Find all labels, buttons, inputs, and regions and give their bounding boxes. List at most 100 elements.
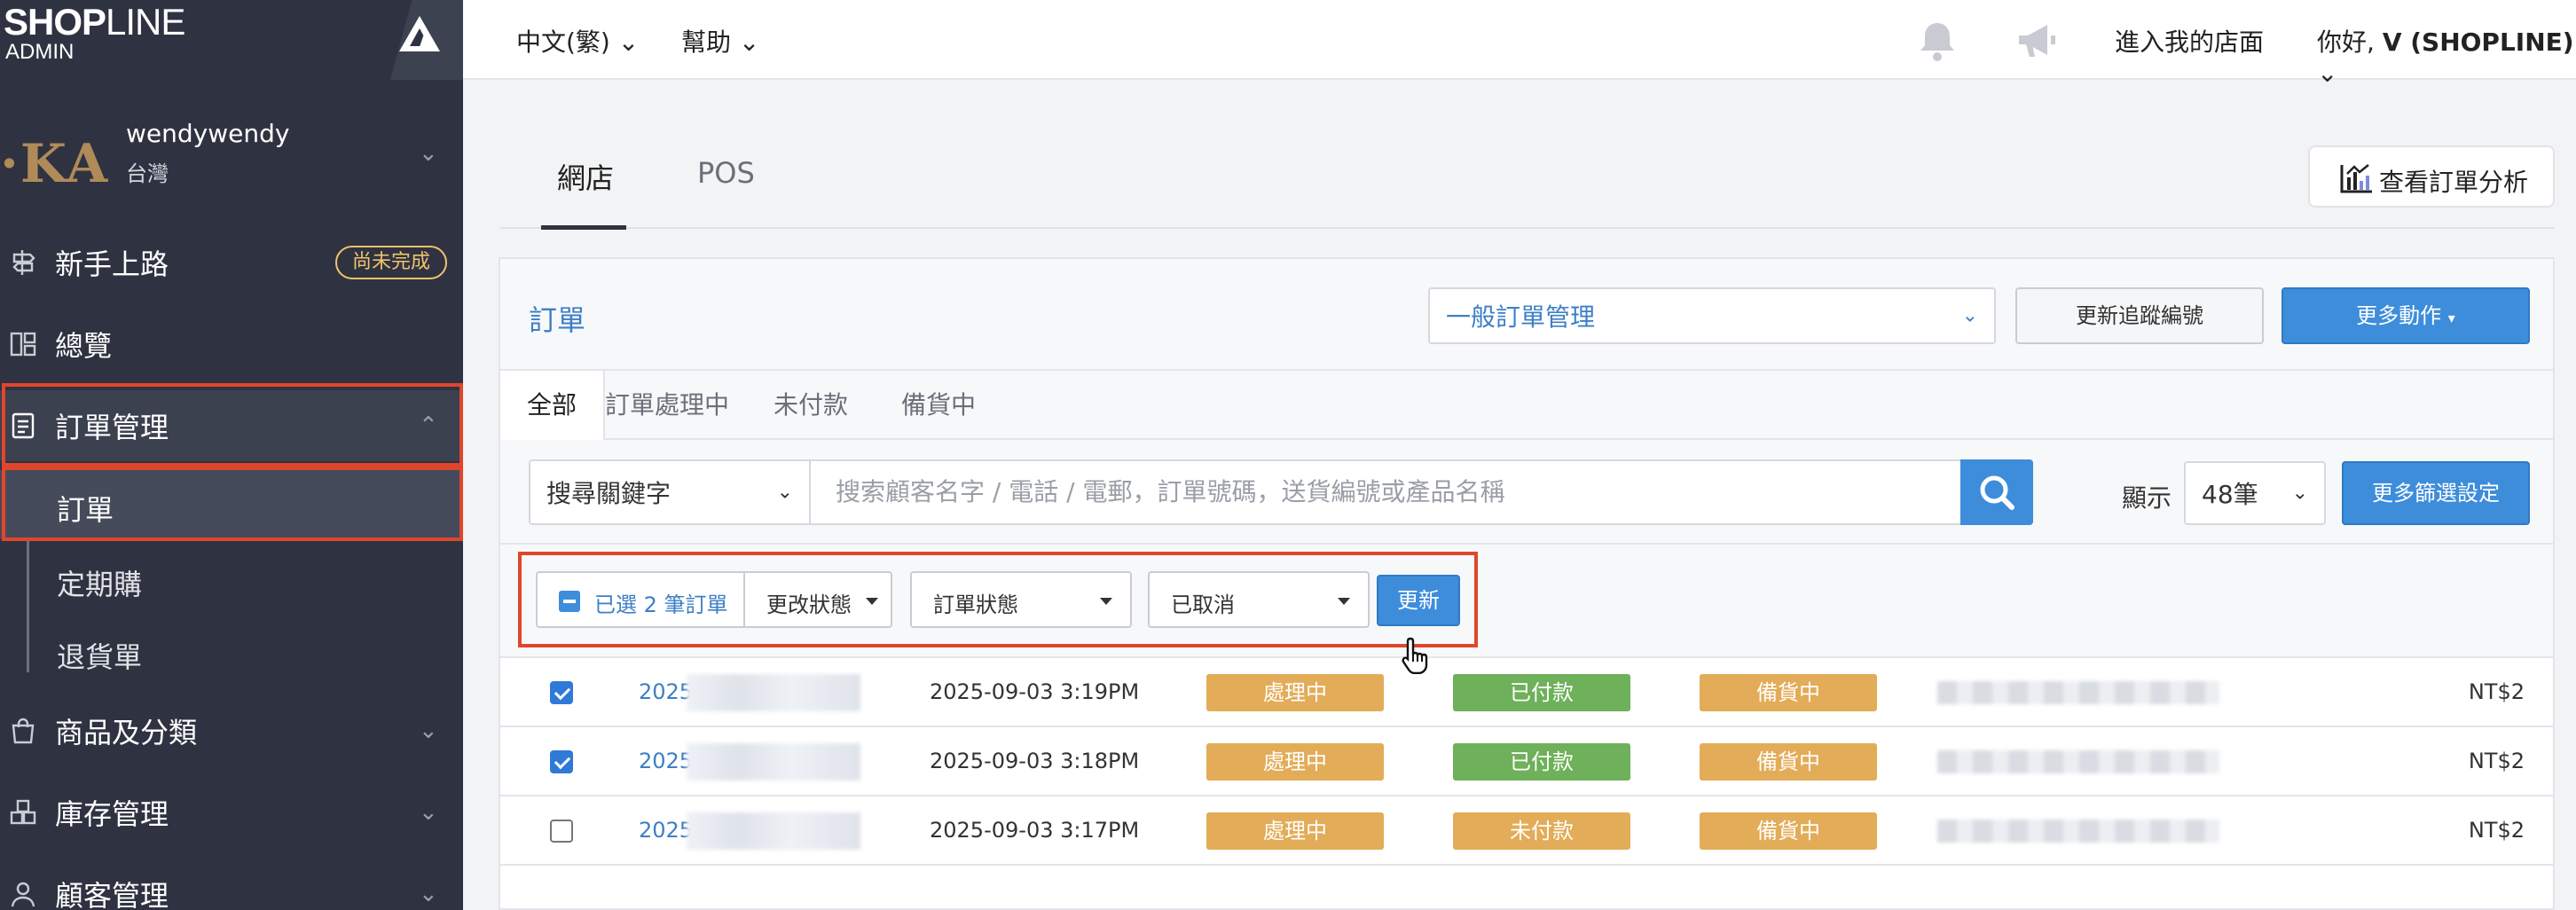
orders-card: 訂單 一般訂單管理 ⌄ 更新追蹤編號 更多動作 ▾ 全部 訂單處理中 未付款 備… — [499, 257, 2555, 910]
bulk-update-button[interactable]: 更新 — [1377, 575, 1460, 626]
dashboard-icon — [9, 330, 37, 358]
filter-tab-preparing[interactable]: 備貨中 — [875, 371, 1002, 440]
boxes-icon — [9, 798, 37, 827]
sidebar-item-overview[interactable]: 總覽 — [0, 309, 463, 380]
sidebar-item-label: 總覽 — [55, 329, 113, 363]
table-row[interactable]: 2025 2025-09-03 3:18PM 處理中 已付款 備貨中 NT$2 — [500, 727, 2553, 796]
delivery-status-badge: 備貨中 — [1700, 674, 1877, 711]
order-management-value: 一般訂單管理 — [1446, 302, 1596, 332]
order-status-badge: 處理中 — [1206, 674, 1384, 711]
tab-pos[interactable]: POS — [697, 156, 755, 190]
filter-tab-unpaid[interactable]: 未付款 — [747, 371, 875, 440]
keyword-type-value: 搜尋關鍵字 — [546, 479, 671, 508]
status-value-select[interactable]: 已取消 — [1148, 571, 1370, 628]
more-filters-button[interactable]: 更多篩選設定 — [2342, 461, 2530, 525]
shopline-logo[interactable]: SHOPLINE ADMIN — [4, 4, 185, 64]
user-icon — [9, 880, 37, 908]
sidebar-subitem-label: 定期購 — [57, 568, 143, 601]
order-amount: NT$2 — [2468, 679, 2525, 704]
help-menu[interactable]: 幫助 ⌄ — [681, 23, 759, 59]
sidebar-item-label: 顧客管理 — [55, 879, 169, 910]
redacted-order-number — [687, 743, 860, 781]
order-number-link[interactable]: 2025 — [639, 679, 693, 704]
sidebar-item-customers[interactable]: 顧客管理 ⌄ — [0, 859, 463, 910]
chevron-down-icon: ⌄ — [419, 799, 438, 826]
status-type-select[interactable]: 訂單狀態 — [910, 571, 1132, 628]
chevron-down-icon: ⌄ — [776, 481, 793, 504]
more-actions-button[interactable]: 更多動作 ▾ — [2281, 287, 2530, 344]
sidebar-subitem-label: 退貨單 — [57, 640, 143, 674]
orders-highlight — [2, 383, 463, 467]
caret-down-icon — [1338, 598, 1350, 605]
row-checkbox[interactable] — [550, 750, 573, 773]
bulk-action-bar: 已選 2 筆訂單 更改狀態 訂單狀態 已取消 更新 — [500, 545, 2553, 658]
caret-down-icon: ▾ — [2447, 310, 2455, 326]
chevron-down-icon: ⌄ — [419, 140, 438, 167]
language-menu[interactable]: 中文(繁) ⌄ — [516, 23, 639, 59]
chevron-down-icon: ⌄ — [419, 718, 438, 744]
user-menu[interactable]: 你好, V (SHOPLINE) ⌄ — [2317, 23, 2576, 88]
logo-mark-icon[interactable] — [397, 14, 442, 53]
store-avatar: ·KA — [0, 133, 108, 195]
sidebar-item-onboarding[interactable]: 新手上路 尚未完成 — [0, 227, 463, 298]
order-number-link[interactable]: 2025 — [639, 818, 693, 843]
order-management-select[interactable]: 一般訂單管理 ⌄ — [1428, 287, 1996, 344]
bell-icon[interactable] — [1914, 18, 1960, 64]
sidebar-item-products[interactable]: 商品及分類 ⌄ — [0, 695, 463, 766]
keyword-type-select[interactable]: 搜尋關鍵字 ⌄ — [529, 459, 811, 525]
logo-sub: ADMIN — [5, 40, 75, 64]
order-date: 2025-09-03 3:19PM — [930, 679, 1140, 704]
payment-status-badge: 已付款 — [1453, 743, 1630, 781]
chevron-down-icon: ⌄ — [2317, 59, 2338, 88]
table-row[interactable]: 2025 2025-09-03 3:19PM 處理中 已付款 備貨中 NT$2 — [500, 658, 2553, 727]
row-checkbox[interactable] — [550, 820, 573, 843]
enter-store-link[interactable]: 進入我的店面 — [2115, 23, 2264, 59]
orders-card-title: 訂單 — [529, 303, 586, 337]
search-button[interactable] — [1960, 459, 2033, 525]
signpost-icon — [9, 248, 37, 277]
redacted-customer — [1937, 820, 2219, 843]
chevron-down-icon: ⌄ — [2291, 482, 2308, 505]
order-status-badge: 處理中 — [1206, 743, 1384, 781]
change-status-dropdown[interactable]: 更改狀態 — [743, 571, 892, 628]
tab-online-store[interactable]: 網店 — [557, 156, 614, 197]
status-badge: 尚未完成 — [335, 246, 447, 279]
redacted-customer — [1937, 681, 2219, 704]
order-analytics-button[interactable]: 查看訂單分析 — [2308, 145, 2555, 208]
chevron-down-icon: ⌄ — [1961, 304, 1978, 327]
redacted-customer — [1937, 750, 2219, 773]
filter-tab-processing[interactable]: 訂單處理中 — [578, 371, 756, 440]
store-switcher[interactable]: ·KA wendywendy 台灣 ⌄ — [0, 103, 463, 200]
search-row: 搜尋關鍵字 ⌄ 搜索顧客名字 / 電話 / 電郵，訂單號碼，送貨編號或產品名稱 … — [500, 440, 2553, 545]
sidebar-item-label: 商品及分類 — [55, 716, 198, 749]
order-number-link[interactable]: 2025 — [639, 749, 693, 773]
orders-subitem-highlight — [2, 467, 463, 541]
caret-down-icon — [1100, 598, 1112, 605]
per-page-value: 48筆 — [2202, 480, 2258, 509]
status-type-value: 訂單狀態 — [933, 592, 1018, 617]
redacted-order-number — [687, 674, 860, 711]
row-checkbox[interactable] — [550, 681, 573, 704]
selected-orders-toggle[interactable]: 已選 2 筆訂單 — [536, 571, 745, 628]
minus-checkbox-icon — [559, 591, 580, 612]
order-status-badge: 處理中 — [1206, 812, 1384, 850]
sidebar-item-inventory[interactable]: 庫存管理 ⌄ — [0, 777, 463, 848]
store-name: wendywendy — [126, 119, 290, 148]
order-amount: NT$2 — [2468, 749, 2525, 773]
search-input[interactable]: 搜索顧客名字 / 電話 / 電郵，訂單號碼，送貨編號或產品名稱 — [811, 459, 1962, 525]
megaphone-icon[interactable] — [2014, 18, 2060, 64]
hand-pointer-icon — [1402, 637, 1428, 674]
table-row[interactable]: 2025 2025-09-03 3:17PM 處理中 未付款 備貨中 NT$2 — [500, 796, 2553, 866]
order-analytics-label: 查看訂單分析 — [2379, 168, 2529, 197]
language-label: 中文(繁) — [516, 27, 610, 57]
sidebar-subitem-subscriptions[interactable]: 定期購 — [0, 545, 463, 614]
order-filter-tabs: 全部 訂單處理中 未付款 備貨中 — [500, 371, 2553, 442]
bag-icon — [9, 717, 37, 745]
per-page-select[interactable]: 48筆 ⌄ — [2184, 461, 2326, 525]
sidebar-subitem-returns[interactable]: 退貨單 — [0, 617, 463, 686]
per-page-label: 顯示 — [2122, 483, 2172, 513]
chart-icon — [2340, 164, 2372, 193]
order-date: 2025-09-03 3:17PM — [930, 818, 1140, 843]
order-amount: NT$2 — [2468, 818, 2525, 843]
update-tracking-button[interactable]: 更新追蹤編號 — [2015, 287, 2264, 344]
